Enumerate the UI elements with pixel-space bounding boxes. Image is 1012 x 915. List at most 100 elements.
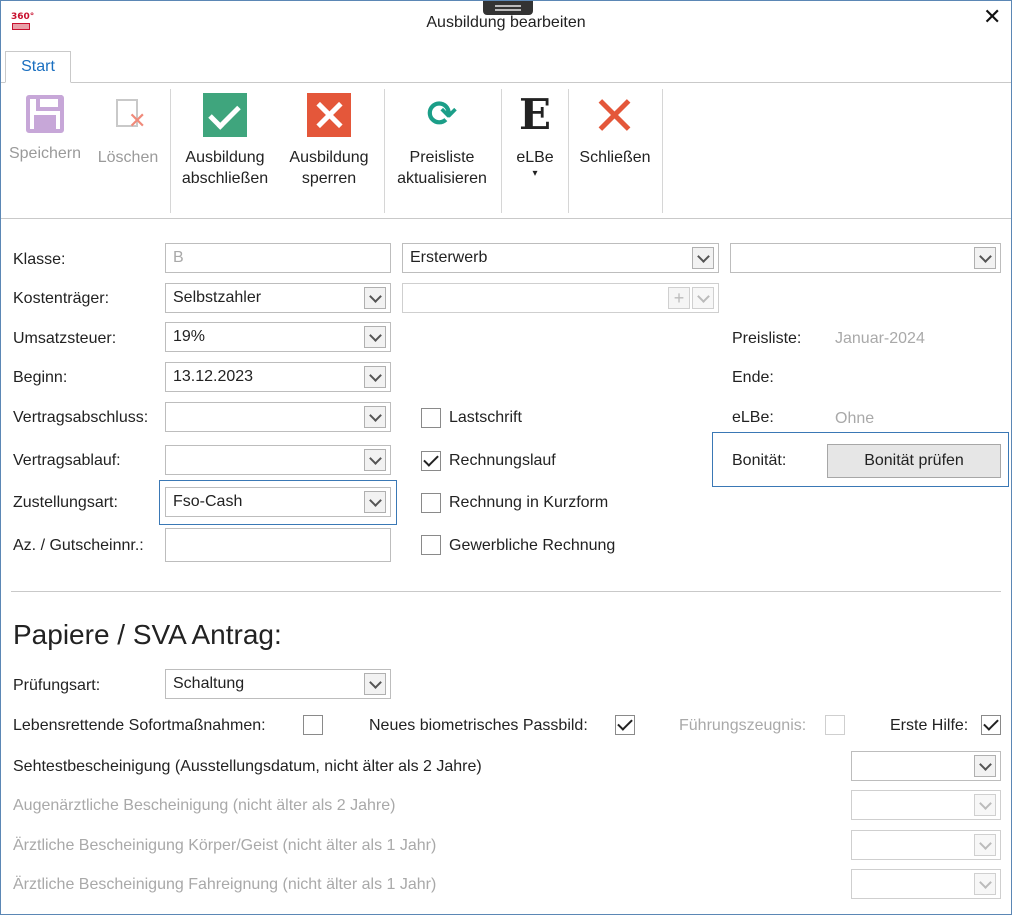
chevron-down-icon[interactable] [974,794,996,816]
vertragsablauf-label: Vertragsablauf: [13,452,121,469]
block-label-2: sperren [301,170,357,187]
elbe-icon: E [518,90,551,139]
close-icon[interactable]: ✕ [983,5,1001,30]
finish-label-2: abschließen [181,170,269,187]
close-icon [593,93,637,137]
chevron-down-icon[interactable] [364,366,386,388]
umsatzsteuer-value: 19% [173,328,206,345]
chevron-down-icon[interactable] [364,449,386,471]
papers-section-title: Papiere / SVA Antrag: [13,619,282,650]
sofortmassnahmen-checkbox[interactable] [303,715,323,735]
update-pricelist-button[interactable]: ⟳ Preisliste aktualisieren [389,89,495,189]
koerper-geist-label: Ärztliche Bescheinigung Körper/Geist (ni… [13,837,437,854]
erwerb-select[interactable]: Ersterwerb [402,243,719,273]
preisliste-value: Januar-2024 [835,330,925,347]
finish-training-button[interactable]: Ausbildung abschließen [176,89,274,189]
check-credit-button[interactable]: Bonität prüfen [827,444,1001,478]
vertragsablauf-date-field[interactable] [165,445,391,475]
sehtest-date-field[interactable] [851,751,1001,781]
pruefungsart-label: Prüfungsart: [13,677,101,694]
chevron-down-icon[interactable] [974,873,996,895]
title-bar: 360° Ausbildung bearbeiten ✕ [1,1,1011,47]
ribbon-separator [384,89,385,213]
koerper-geist-date-field[interactable] [851,830,1001,860]
chevron-down-icon[interactable] [974,247,996,269]
delete-button-label: Löschen [97,149,159,166]
zustellungsart-select[interactable]: Fso-Cash [165,487,391,517]
pricelist-label-1: Preisliste [409,149,475,166]
vertragsabschluss-label: Vertragsabschluss: [13,409,149,426]
klasse-field[interactable]: B [165,243,391,273]
pricelist-label-2: aktualisieren [397,170,487,187]
finish-label-1: Ausbildung [185,149,265,166]
ribbon-separator [568,89,569,213]
beginn-value: 13.12.2023 [173,368,254,385]
zustellungsart-value: Fso-Cash [173,493,243,510]
ende-label: Ende: [732,369,774,386]
gutschein-input[interactable] [165,528,391,562]
augenaerztlich-date-field[interactable] [851,790,1001,820]
extra-select[interactable] [730,243,1001,273]
fuehrungszeugnis-label: Führungszeugnis: [679,717,807,734]
erste-hilfe-checkbox[interactable] [981,715,1001,735]
chevron-down-icon[interactable] [692,287,714,309]
gutschein-label: Az. / Gutscheinnr.: [13,537,144,554]
chevron-down-icon[interactable] [974,834,996,856]
save-button-label: Speichern [8,145,82,162]
sofortmassnahmen-label: Lebensrettende Sofortmaßnahmen: [13,717,266,734]
kostentraeger-label: Kostenträger: [13,290,110,307]
chevron-down-icon[interactable] [364,673,386,695]
erste-hilfe-label: Erste Hilfe: [890,717,969,734]
save-icon [26,95,64,133]
pruefungsart-select[interactable]: Schaltung [165,669,391,699]
close-button-label: Schließen [579,149,651,166]
chevron-down-icon[interactable] [364,287,386,309]
vertragsabschluss-date-field[interactable] [165,402,391,432]
chevron-down-icon[interactable] [974,755,996,777]
kostentraeger-extra-select[interactable]: + [402,283,719,313]
rechnungslauf-checkbox[interactable] [421,451,441,471]
chevron-down-icon[interactable] [692,247,714,269]
close-dialog-button[interactable]: Schließen [573,89,657,168]
ribbon-separator [501,89,502,213]
check-icon [203,93,247,137]
passbild-label: Neues biometrisches Passbild: [369,717,588,734]
chevron-down-icon[interactable] [364,491,386,513]
elbe-value: Ohne [835,410,875,427]
beginn-date-field[interactable]: 13.12.2023 [165,362,391,392]
gewerblich-label: Gewerbliche Rechnung [449,537,616,554]
save-button[interactable]: Speichern [5,89,85,164]
window-title: Ausbildung bearbeiten [426,14,586,31]
kurzform-label: Rechnung in Kurzform [449,494,609,511]
passbild-checkbox[interactable] [615,715,635,735]
ribbon-separator [662,89,663,213]
ribbon-tabs: Start [1,47,1011,83]
delete-icon: ✕ [106,93,150,137]
elbe-label: eLBe [516,149,554,166]
umsatzsteuer-select[interactable]: 19% [165,322,391,352]
fahreignung-date-field[interactable] [851,869,1001,899]
ribbon-separator [170,89,171,213]
tab-start[interactable]: Start [5,51,71,83]
ribbon-toolbar: Speichern ✕ Löschen Ausbildung abschließ… [1,83,1011,219]
augenaerztlich-label: Augenärztliche Bescheinigung (nicht älte… [13,797,396,814]
chevron-down-icon[interactable] [364,406,386,428]
kostentraeger-value: Selbstzahler [173,289,262,306]
fuehrungszeugnis-checkbox[interactable] [825,715,845,735]
kurzform-checkbox[interactable] [421,493,441,513]
gewerblich-checkbox[interactable] [421,535,441,555]
section-divider [11,591,1001,592]
pruefungsart-value: Schaltung [173,675,245,692]
chevron-down-icon: ▾ [532,168,538,179]
drag-grip-icon[interactable] [483,1,533,15]
lastschrift-checkbox[interactable] [421,408,441,428]
chevron-down-icon[interactable] [364,326,386,348]
plus-icon[interactable]: + [668,287,690,309]
kostentraeger-select[interactable]: Selbstzahler [165,283,391,313]
preisliste-label: Preisliste: [732,330,802,347]
erwerb-value: Ersterwerb [410,249,488,266]
block-training-button[interactable]: Ausbildung sperren [280,89,378,189]
delete-button[interactable]: ✕ Löschen [93,89,163,168]
lastschrift-label: Lastschrift [449,409,522,426]
elbe-dropdown-button[interactable]: E eLBe ▾ [507,89,563,180]
